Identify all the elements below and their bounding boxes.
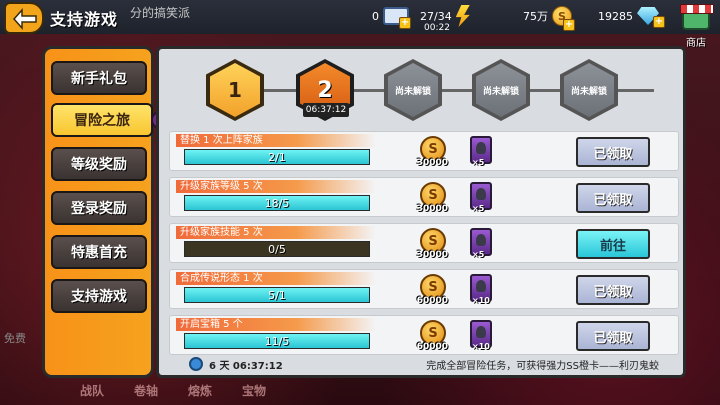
- panel-footer: 6 天 06:37:12 完成全部冒险任务，可获得强力SS橙卡——利刃鬼蛟: [189, 355, 659, 373]
- gem-count: 19285: [598, 9, 633, 23]
- scrolling-banner-text: 分的搞笑派: [130, 6, 191, 20]
- sidebar-item-newbie-pack[interactable]: 新手礼包: [51, 61, 147, 95]
- claimed-button[interactable]: 已领取: [576, 137, 650, 167]
- gem-resource: 19285 +: [598, 6, 671, 28]
- task-description: 升级家族技能 5 次: [176, 226, 376, 239]
- coin-reward-amount: 60000: [416, 342, 448, 352]
- stage-hex-locked[interactable]: 尚未解锁: [384, 59, 442, 121]
- page-title: 支持游戏: [50, 10, 119, 29]
- stage-hex-locked[interactable]: 尚未解锁: [472, 59, 530, 121]
- sidebar-item-login-rewards[interactable]: 登录奖励: [51, 191, 147, 225]
- coin-reward-amount: 60000: [416, 296, 448, 306]
- nav-treasure[interactable]: 宝物: [242, 382, 266, 399]
- clock-icon: [189, 357, 203, 371]
- locked-label: 尚未解锁: [476, 63, 526, 117]
- sidebar-item-label: 等级奖励: [71, 157, 127, 173]
- card-reward-amount: ×10: [472, 342, 490, 351]
- claimed-button[interactable]: 已领取: [576, 183, 650, 213]
- go-button[interactable]: 前往: [576, 229, 650, 259]
- shop-button[interactable]: 商店: [676, 4, 716, 49]
- lightning-icon: [455, 5, 470, 27]
- nav-smelt[interactable]: 熔炼: [188, 382, 212, 399]
- task-progress-bar: 0/5: [184, 241, 370, 257]
- task-description: 合成传说形态 1 次: [176, 272, 376, 285]
- coin-symbol: S: [428, 233, 438, 249]
- ticket-resource: 0 +: [372, 6, 411, 29]
- gold-resource: 75万 S +: [523, 6, 575, 31]
- stage-number: 1: [210, 63, 260, 117]
- stage-hex-locked[interactable]: 尚未解锁: [560, 59, 618, 121]
- energy-timer: 00:22: [424, 23, 450, 33]
- sidebar-item-level-rewards[interactable]: 等级奖励: [51, 147, 147, 181]
- sidebar-item-label: 冒险之旅: [74, 113, 130, 129]
- sidebar-item-first-charge[interactable]: 特惠首充: [51, 235, 147, 269]
- task-description: 替换 1 次上阵家族: [176, 134, 376, 147]
- progress-text: 2/1: [268, 151, 286, 164]
- adventure-panel: 1 2 尚未解锁 尚未解锁 尚未解锁 06:37:12 替换 1 次上阵家族 2…: [156, 46, 686, 378]
- nav-team[interactable]: 战队: [80, 382, 104, 399]
- sidebar-item-label: 新手礼包: [71, 71, 127, 87]
- claimed-button[interactable]: 已领取: [576, 275, 650, 305]
- task-description: 升级家族等级 5 次: [176, 180, 376, 193]
- coin-reward-amount: 30000: [416, 250, 448, 260]
- sidebar: 新手礼包 冒险之旅 等级奖励 登录奖励 特惠首充 支持游戏: [42, 46, 169, 378]
- back-arrow-icon: [12, 8, 37, 30]
- coin-symbol: S: [428, 279, 438, 295]
- shop-icon: [680, 4, 714, 30]
- task-row: 合成传说形态 1 次 5/1 S 60000 ×10 已领取: [169, 269, 679, 309]
- coin-symbol: S: [428, 187, 438, 203]
- progress-text: 18/5: [264, 197, 290, 210]
- coin-reward-amount: 30000: [416, 204, 448, 214]
- coin-reward-amount: 30000: [416, 158, 448, 168]
- sidebar-item-label: 支持游戏: [71, 289, 127, 305]
- gold-count: 75万: [523, 10, 548, 23]
- coin-symbol: S: [428, 141, 438, 157]
- coin-symbol: S: [428, 325, 438, 341]
- task-row: 升级家族等级 5 次 18/5 S 30000 ×5 已领取: [169, 177, 679, 217]
- top-bar: 支持游戏 分的搞笑派 0 + 27/34 00:22 75万 S + 19285…: [0, 0, 720, 49]
- bottom-nav: 战队 卷轴 熔炼 宝物: [80, 382, 266, 399]
- background-free-label: 免费: [4, 332, 26, 345]
- add-gold-button[interactable]: +: [563, 19, 575, 31]
- task-progress-bar: 2/1: [184, 149, 370, 165]
- task-row: 升级家族技能 5 次 0/5 S 30000 ×5 前往: [169, 223, 679, 263]
- add-gem-button[interactable]: +: [653, 16, 665, 28]
- event-countdown: 6 天 06:37:12: [209, 360, 283, 372]
- card-reward-amount: ×5: [472, 204, 485, 213]
- nav-scroll[interactable]: 卷轴: [134, 382, 158, 399]
- ticket-count: 0: [372, 9, 379, 23]
- card-reward-amount: ×10: [472, 296, 490, 305]
- back-button[interactable]: [4, 2, 44, 34]
- task-progress-bar: 5/1: [184, 287, 370, 303]
- sidebar-item-support-game[interactable]: 支持游戏: [51, 279, 147, 313]
- reward-note: 完成全部冒险任务，可获得强力SS橙卡——利刃鬼蛟: [426, 360, 659, 372]
- sidebar-item-label: 登录奖励: [71, 201, 127, 217]
- task-row: 开启宝箱 5 个 11/5 S 60000 ×10 已领取: [169, 315, 679, 355]
- progress-text: 11/5: [264, 335, 290, 348]
- stage-hex-1[interactable]: 1: [206, 59, 264, 121]
- progress-text: 5/1: [268, 289, 286, 302]
- locked-label: 尚未解锁: [388, 63, 438, 117]
- sidebar-item-label: 特惠首充: [71, 245, 127, 261]
- card-reward-amount: ×5: [472, 250, 485, 259]
- ticket-icon: +: [383, 7, 411, 29]
- add-ticket-button[interactable]: +: [399, 17, 411, 29]
- stage-timer: 06:37:12: [303, 103, 349, 117]
- sidebar-item-adventure[interactable]: 冒险之旅: [51, 103, 169, 137]
- stage-progress: 1 2 尚未解锁 尚未解锁 尚未解锁: [204, 59, 654, 129]
- task-row: 替换 1 次上阵家族 2/1 S 30000 ×5 已领取: [169, 131, 679, 171]
- progress-text: 0/5: [268, 243, 286, 256]
- locked-label: 尚未解锁: [564, 63, 614, 117]
- coin-icon: S +: [552, 6, 575, 31]
- claimed-button[interactable]: 已领取: [576, 321, 650, 351]
- task-progress-bar: 18/5: [184, 195, 370, 211]
- card-reward-amount: ×5: [472, 158, 485, 167]
- task-description: 开启宝箱 5 个: [176, 318, 376, 331]
- energy-count: 27/34: [420, 9, 452, 23]
- task-progress-bar: 11/5: [184, 333, 370, 349]
